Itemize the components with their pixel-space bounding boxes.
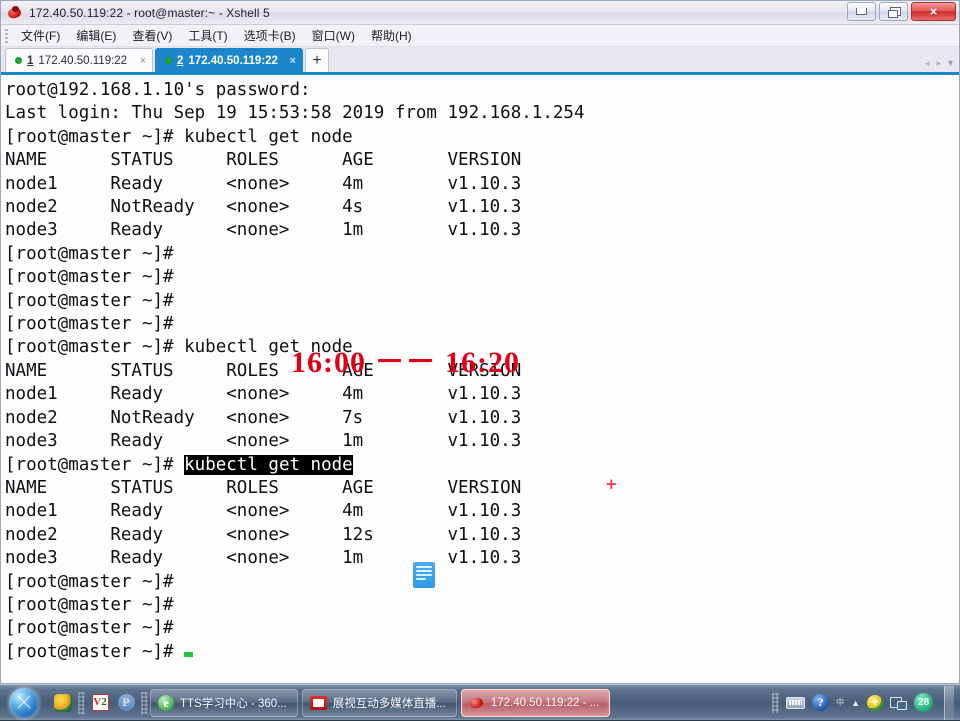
close-button[interactable]: × bbox=[911, 2, 956, 21]
taskbar-item-label: 展视互动多媒体直播... bbox=[333, 695, 446, 711]
360-icon bbox=[54, 694, 72, 712]
tab-status-dot-icon bbox=[15, 57, 22, 64]
keyboard-icon[interactable] bbox=[786, 697, 805, 709]
quick-launch-p[interactable]: P bbox=[113, 688, 139, 718]
restore-icon bbox=[888, 7, 899, 17]
window-titlebar[interactable]: 172.40.50.119:22 - root@master:~ - Xshel… bbox=[1, 1, 959, 25]
tab-session-1[interactable]: 1 172.40.50.119:22 × bbox=[5, 48, 153, 72]
p-icon: P bbox=[118, 694, 135, 711]
tab-number: 1 bbox=[27, 55, 33, 67]
tab-bar-controls: ◂ ▸ ▾ bbox=[925, 58, 953, 69]
xshell-icon bbox=[469, 695, 485, 711]
terminal-line: node1 Ready <none> 4m v1.10.3 bbox=[5, 383, 959, 406]
terminal-prompt: [root@master ~]# bbox=[5, 642, 184, 662]
taskbar-item-label: 172.40.50.119:22 - ... bbox=[491, 697, 599, 709]
menu-window[interactable]: 窗口(W) bbox=[304, 25, 363, 46]
terminal-line: node3 Ready <none> 1m v1.10.3 bbox=[5, 219, 959, 242]
terminal-screen[interactable]: root@192.168.1.10's password: Last login… bbox=[1, 75, 959, 683]
terminal-selected-text[interactable]: kubectl get node bbox=[184, 455, 353, 475]
terminal-line: node1 Ready <none> 4m v1.10.3 bbox=[5, 500, 959, 523]
terminal-prompt: [root@master ~]# bbox=[5, 455, 184, 475]
new-tab-button[interactable]: + bbox=[305, 48, 329, 72]
quick-launch-v2[interactable]: V2 bbox=[87, 688, 113, 718]
windows-logo-icon bbox=[9, 688, 39, 718]
terminal-line: [root@master ~]# bbox=[5, 266, 959, 289]
tab-list-chevron-down-icon[interactable]: ▾ bbox=[948, 58, 953, 69]
taskbar-divider bbox=[141, 692, 148, 714]
restore-button[interactable] bbox=[879, 2, 908, 21]
menu-tools[interactable]: 工具(T) bbox=[180, 25, 235, 46]
menu-file[interactable]: 文件(F) bbox=[13, 25, 68, 46]
menu-bar: 文件(F) 编辑(E) 查看(V) 工具(T) 选项卡(B) 窗口(W) 帮助(… bbox=[1, 25, 959, 47]
terminal-line: node2 NotReady <none> 4s v1.10.3 bbox=[5, 196, 959, 219]
minimize-icon bbox=[856, 8, 867, 15]
xshell-icon bbox=[7, 5, 23, 21]
network-icon[interactable] bbox=[890, 695, 907, 710]
minimize-button[interactable] bbox=[847, 2, 876, 21]
terminal-cursor bbox=[184, 652, 193, 657]
window-controls: × bbox=[847, 2, 956, 21]
system-tray: ? 中 ▲ 28 bbox=[772, 685, 960, 721]
terminal-line: node3 Ready <none> 1m v1.10.3 bbox=[5, 547, 959, 570]
annotation-time-range: 16:00 －－ 16:20 bbox=[291, 351, 520, 374]
terminal-line: node3 Ready <none> 1m v1.10.3 bbox=[5, 430, 959, 453]
ime-indicator-icon[interactable]: 中 bbox=[836, 699, 844, 707]
tab-close-icon[interactable]: × bbox=[284, 55, 296, 67]
tab-label: 172.40.50.119:22 bbox=[38, 55, 127, 67]
taskbar-item-ie[interactable]: TTS学习中心 - 360... bbox=[150, 689, 298, 717]
terminal-line: node2 Ready <none> 12s v1.10.3 bbox=[5, 524, 959, 547]
document-lines-icon[interactable] bbox=[413, 562, 435, 588]
terminal-line: Last login: Thu Sep 19 15:53:58 2019 fro… bbox=[5, 102, 959, 125]
start-button[interactable] bbox=[2, 687, 46, 719]
terminal-line: [root@master ~]# bbox=[5, 243, 959, 266]
tray-overflow-chevron-up-icon[interactable]: ▲ bbox=[851, 698, 860, 708]
quick-launch-grip-icon bbox=[78, 692, 85, 714]
taskbar-item-label: TTS学习中心 - 360... bbox=[180, 695, 287, 711]
annotation-plus-marker: + bbox=[605, 473, 618, 496]
terminal-line: [root@master ~]# bbox=[5, 290, 959, 313]
taskbar-item-zhanshi[interactable]: 展视互动多媒体直播... bbox=[302, 689, 457, 717]
notification-badge[interactable]: 28 bbox=[914, 693, 933, 712]
terminal-line: [root@master ~]# kubectl get node bbox=[5, 126, 959, 149]
help-icon[interactable]: ? bbox=[812, 694, 829, 711]
tray-grip-icon bbox=[772, 693, 779, 713]
terminal-line: node2 NotReady <none> 7s v1.10.3 bbox=[5, 407, 959, 430]
ie-icon bbox=[158, 695, 174, 711]
tab-number: 2 bbox=[177, 55, 183, 67]
terminal-line: [root@master ~]# bbox=[5, 571, 959, 594]
tab-label: 172.40.50.119:22 bbox=[188, 55, 278, 67]
terminal-line: NAME STATUS ROLES AGE VERSION bbox=[5, 149, 959, 172]
close-icon: × bbox=[930, 5, 938, 18]
terminal-line: NAME STATUS ROLES AGE VERSION bbox=[5, 477, 959, 500]
tab-scroll-left-icon[interactable]: ◂ bbox=[925, 58, 930, 69]
tv-icon bbox=[310, 696, 327, 710]
menu-grip-icon[interactable] bbox=[5, 29, 8, 43]
window-title: 172.40.50.119:22 - root@master:~ - Xshel… bbox=[29, 6, 270, 20]
v2-icon: V2 bbox=[92, 694, 109, 711]
terminal-line: [root@master ~]# bbox=[5, 617, 959, 640]
terminal-line-with-selection: [root@master ~]# kubectl get node bbox=[5, 454, 959, 477]
tab-scroll-right-icon[interactable]: ▸ bbox=[936, 58, 941, 69]
tab-bar: 1 172.40.50.119:22 × 2 172.40.50.119:22 … bbox=[1, 47, 959, 75]
quick-launch-360[interactable] bbox=[50, 688, 76, 718]
tab-status-dot-icon bbox=[165, 57, 172, 64]
terminal-last-line: [root@master ~]# bbox=[5, 641, 959, 664]
taskbar-item-xshell[interactable]: 172.40.50.119:22 - ... bbox=[461, 689, 610, 717]
xshell-window: 172.40.50.119:22 - root@master:~ - Xshel… bbox=[0, 0, 960, 684]
terminal-line: [root@master ~]# bbox=[5, 594, 959, 617]
menu-view[interactable]: 查看(V) bbox=[124, 25, 180, 46]
terminal-line: node1 Ready <none> 4m v1.10.3 bbox=[5, 173, 959, 196]
show-desktop-button[interactable] bbox=[944, 686, 954, 720]
security-shield-icon[interactable] bbox=[867, 695, 883, 711]
taskbar: V2 P TTS学习中心 - 360... 展视互动多媒体直播... 172.4… bbox=[0, 684, 960, 720]
terminal-line: [root@master ~]# bbox=[5, 313, 959, 336]
menu-edit[interactable]: 编辑(E) bbox=[68, 25, 124, 46]
terminal-line: root@192.168.1.10's password: bbox=[5, 79, 959, 102]
menu-tabs[interactable]: 选项卡(B) bbox=[236, 25, 304, 46]
tab-session-2[interactable]: 2 172.40.50.119:22 × bbox=[155, 48, 303, 72]
tab-close-icon[interactable]: × bbox=[134, 55, 146, 67]
menu-help[interactable]: 帮助(H) bbox=[363, 25, 420, 46]
